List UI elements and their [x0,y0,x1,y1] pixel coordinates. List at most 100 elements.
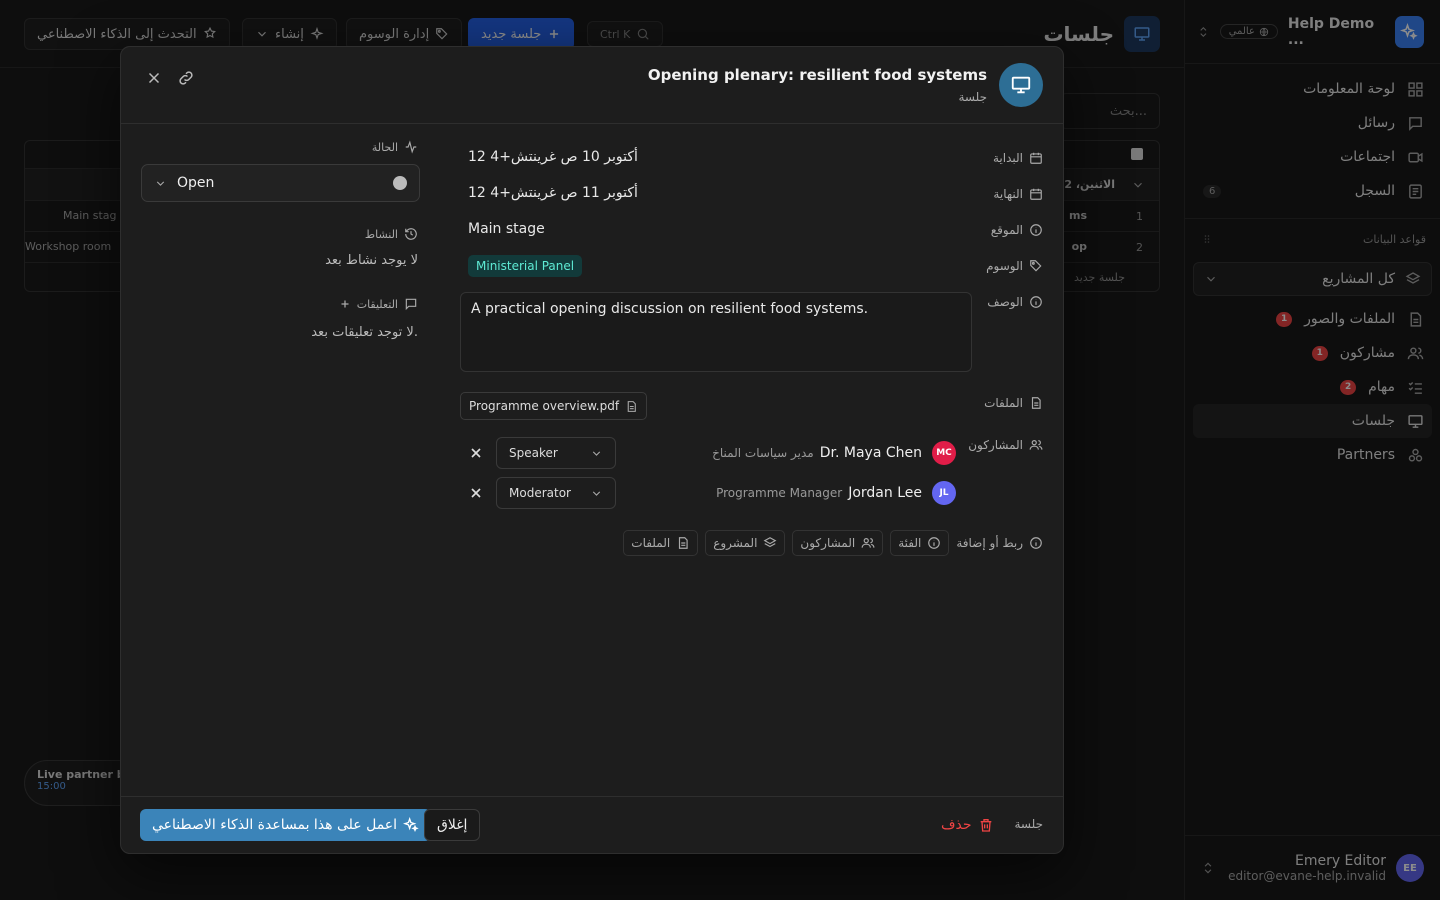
comments-empty-text: لا توجد تعليقات بعد. [311,325,418,340]
users-icon [861,536,875,550]
participant-name: Dr. Maya Chen [819,445,922,461]
activity-empty-text: لا يوجد نشاط بعد [325,253,418,268]
add-comment-plus-icon[interactable] [339,298,351,310]
description-label-text: الوصف [987,295,1023,309]
role-select[interactable]: Moderator [496,477,616,509]
location-label: الموقع [991,223,1043,237]
link-category-button[interactable]: الفئة [890,530,950,556]
modal-subtitle: جلسة [958,90,987,104]
activity-label: النشاط [365,227,418,241]
participants-label-text: المشاركون [968,438,1023,452]
end-value[interactable]: 12 أكتوبر 11 ص غرينتش+4 [468,185,638,201]
participants-label: المشاركون [968,438,1043,452]
link-chip-label: المشاركون [800,536,856,550]
status-value: Open [177,175,215,191]
modal-header: Opening plenary: resilient food systems … [121,47,1063,124]
avatar-initials: MC [936,448,952,458]
status-select[interactable]: Open [141,164,420,202]
modal-footer: اعمل على هذا بمساعدة الذكاء الاصطناعي إغ… [121,796,1063,853]
chevron-down-icon [154,177,167,190]
start-label-text: البداية [992,151,1023,165]
tag-icon [1029,259,1043,273]
chevron-down-icon [590,487,603,500]
delete-button[interactable]: حذف [941,813,994,837]
info-icon [1029,295,1043,309]
end-label: النهاية [993,187,1043,201]
presentation-icon [1010,74,1032,96]
participant-row: Speaker [468,437,616,469]
trash-icon [978,817,994,833]
end-label-text: النهاية [993,187,1023,201]
remove-participant-icon[interactable] [468,445,484,461]
link-project-button[interactable]: المشروع [705,530,786,556]
sparkles-icon [403,817,419,833]
role-select[interactable]: Speaker [496,437,616,469]
record-type-label: جلسة [1014,817,1043,831]
location-value[interactable]: Main stage [468,221,545,237]
participant-role: Programme Manager [716,486,843,500]
description-text: A practical opening discussion on resili… [471,301,869,317]
start-value[interactable]: 12 أكتوبر 10 ص غرينتش+4 [468,149,638,165]
modal-title: Opening plenary: resilient food systems [647,66,987,84]
calendar-icon [1029,151,1043,165]
avatar: JL [932,481,956,505]
work-with-ai-button[interactable]: اعمل على هذا بمساعدة الذكاء الاصطناعي [140,809,432,841]
description-label: الوصف [987,295,1043,309]
start-label: البداية [993,151,1043,165]
participant-row: Moderator [468,477,616,509]
work-with-ai-label: اعمل على هذا بمساعدة الذكاء الاصطناعي [152,817,398,833]
close-icon[interactable] [145,69,163,87]
link-or-add-label: ربط أو إضافة [956,536,1043,550]
link-files-button[interactable]: الملفات [623,530,699,556]
info-icon [1029,223,1043,237]
session-detail-modal: Opening plenary: resilient food systems … [120,46,1064,854]
file-icon [1029,396,1043,410]
close-button[interactable]: إغلاق [424,809,481,841]
users-icon [1029,438,1043,452]
layers-icon [763,536,777,550]
avatar-initials: JL [939,488,949,498]
session-type-icon-circle [999,63,1043,107]
participant-identity[interactable]: MC Dr. Maya Chen مدير سياسات المناخ [712,437,956,469]
files-label-text: الملفات [984,396,1023,410]
close-button-label: إغلاق [437,817,468,833]
file-icon [625,400,638,413]
remove-participant-icon[interactable] [468,485,484,501]
status-select-content: Open [154,175,214,191]
link-chip-label: المشروع [713,536,758,550]
participant-identity[interactable]: JL Jordan Lee Programme Manager [716,477,956,509]
info-icon [927,536,941,550]
link-or-add-text: ربط أو إضافة [956,536,1023,550]
file-icon [676,536,690,550]
link-chip-label: الفئة [898,536,922,550]
comments-label-text: التعليقات [356,297,398,311]
link-icon[interactable] [177,69,195,87]
info-icon [1029,536,1043,550]
chevron-down-icon [590,447,603,460]
status-label: الحالة [372,140,418,154]
status-label-text: الحالة [371,140,398,154]
status-dot [393,176,407,190]
tags-label-text: الوسوم [986,259,1023,273]
avatar: MC [932,441,956,465]
location-label-text: الموقع [990,223,1023,237]
tag-chip[interactable]: Ministerial Panel [468,255,583,277]
comments-label: التعليقات [339,297,418,311]
tags-label: الوسوم [986,259,1043,273]
activity-label-text: النشاط [364,227,398,241]
description-field[interactable]: A practical opening discussion on resili… [460,292,972,372]
files-label: الملفات [984,396,1043,410]
role-select-value: Moderator [509,486,571,500]
file-chip[interactable]: Programme overview.pdf [460,392,648,420]
comment-icon [404,297,418,311]
link-or-add-row: ربط أو إضافة الفئة المشاركون المشروع الم… [623,530,1043,556]
link-participants-button[interactable]: المشاركون [792,530,884,556]
activity-pulse-icon [404,140,418,154]
calendar-icon [1029,187,1043,201]
participant-name: Jordan Lee [848,485,922,501]
link-chip-label: الملفات [631,536,671,550]
delete-label: حذف [941,817,972,833]
file-name: Programme overview.pdf [469,399,620,413]
history-icon [404,227,418,241]
participant-role: مدير سياسات المناخ [712,446,814,460]
